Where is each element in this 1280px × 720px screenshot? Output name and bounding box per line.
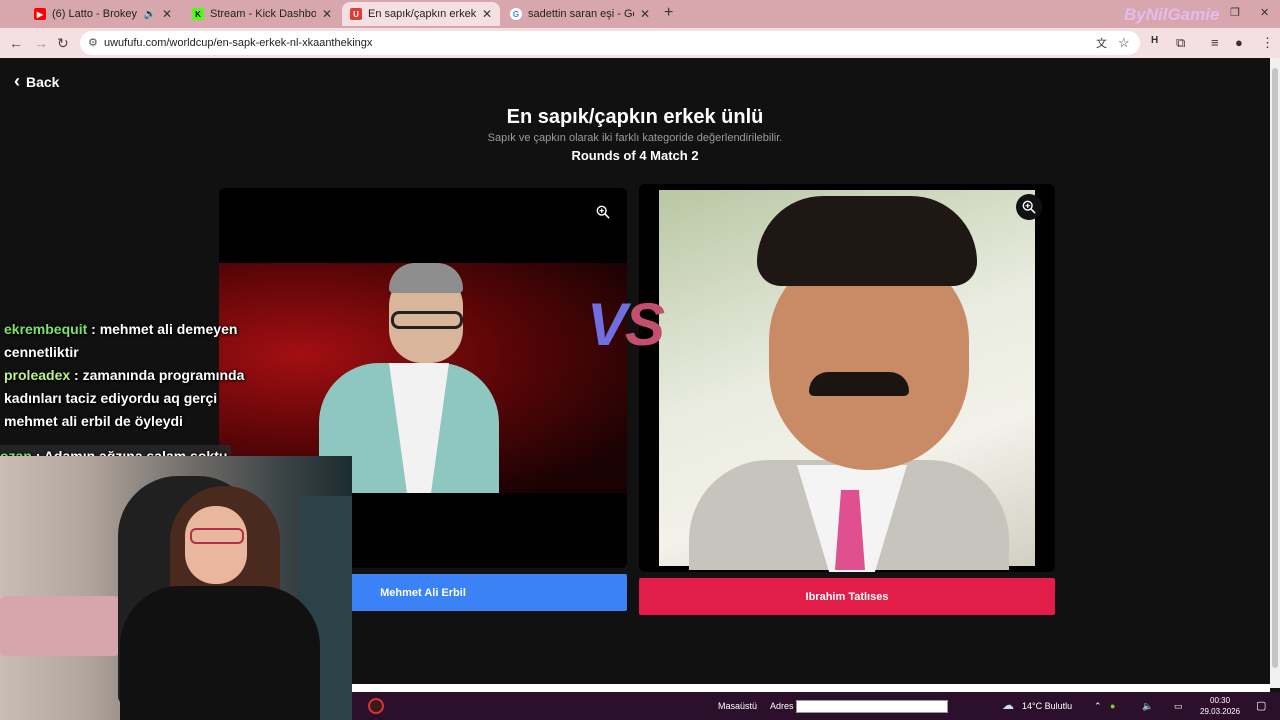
obs-icon[interactable] — [368, 698, 384, 714]
site-settings-icon[interactable]: ⚙ — [88, 36, 98, 49]
desktop-toolbar[interactable]: Masaüstü — [718, 701, 757, 711]
reload-icon[interactable]: ↻ — [57, 35, 69, 52]
address-toolbar-label: Adres — [770, 701, 794, 711]
address-bar[interactable]: ⚙ uwufufu.com/worldcup/en-sapk-erkek-nl-… — [80, 31, 1140, 55]
tab-strip: ▶ (6) Latto - Brokey (Official V 🔊 ✕ K S… — [0, 0, 1280, 28]
tray-app-icon[interactable]: ● — [1110, 701, 1115, 711]
chat-username: ekrembequit — [4, 321, 88, 337]
notification-icon[interactable]: ▢ — [1256, 699, 1266, 712]
chat-username: proleadex — [4, 367, 71, 383]
menu-kebab-icon[interactable]: ⋮ — [1261, 35, 1274, 51]
new-tab-button[interactable]: + — [664, 4, 673, 22]
versus-label: VS — [587, 290, 665, 359]
bookmark-star-icon[interactable]: ☆ — [1118, 35, 1130, 51]
google-icon: G — [510, 8, 522, 20]
chevron-up-icon[interactable]: ⌃ — [1094, 701, 1102, 712]
youtube-icon: ▶ — [34, 8, 46, 20]
taskbar-address-input[interactable] — [796, 700, 948, 713]
versus-s: S — [625, 291, 665, 358]
profile-avatar[interactable]: ● — [1235, 35, 1243, 50]
tab-youtube[interactable]: ▶ (6) Latto - Brokey (Official V 🔊 ✕ — [26, 2, 180, 26]
page-scrollbar[interactable] — [1270, 58, 1280, 688]
close-tab-icon[interactable]: ✕ — [482, 7, 492, 21]
close-tab-icon[interactable]: ✕ — [322, 7, 332, 21]
chat-message: proleadex : zamanında programında kadınl… — [0, 364, 270, 433]
candidate-card-right[interactable] — [639, 184, 1055, 572]
volume-icon[interactable]: 🔈 — [1142, 701, 1153, 712]
zoom-in-icon[interactable] — [1016, 194, 1042, 220]
page-title: En sapık/çapkın erkek ünlü — [506, 106, 764, 128]
tab-kick[interactable]: K Stream - Kick Dashboard ✕ — [184, 2, 340, 26]
url-text: uwufufu.com/worldcup/en-sapk-erkek-nl-xk… — [104, 37, 373, 49]
taskbar: Masaüstü Adres ☁ 14°C Bulutlu ⌃ ● 🔈 ▭ 00… — [352, 684, 1280, 720]
back-button[interactable]: ‹ Back — [14, 71, 59, 92]
channel-logo: ByNilGamie — [1124, 5, 1220, 24]
back-arrow-icon[interactable]: ← — [9, 35, 23, 51]
tab-title: Stream - Kick Dashboard — [210, 8, 316, 20]
tab-title: sadettin saran eşi - Google'da A — [528, 8, 634, 20]
stream-chat-overlay: ekrembequit : mehmet ali demeyen cennetl… — [0, 318, 270, 468]
close-window-icon[interactable]: ✕ — [1260, 6, 1269, 19]
extensions-puzzle-icon[interactable]: ⧉ — [1176, 35, 1185, 51]
candidate-name-left: Mehmet Ali Erbil — [380, 586, 466, 599]
speaker-icon[interactable]: 🔊 — [143, 9, 155, 20]
tab-google[interactable]: G sadettin saran eşi - Google'da A ✕ — [502, 2, 658, 26]
clock-time: 00:30 — [1210, 696, 1231, 705]
candidate-name-right: Ibrahim Tatlıses — [805, 590, 889, 603]
chevron-left-icon: ‹ — [14, 71, 20, 91]
back-label: Back — [26, 73, 60, 90]
network-icon[interactable]: ▭ — [1174, 701, 1183, 712]
round-indicator: Rounds of 4 Match 2 — [571, 148, 699, 163]
webcam-feed — [0, 456, 352, 720]
versus-v: V — [587, 291, 627, 358]
close-tab-icon[interactable]: ✕ — [162, 7, 172, 21]
clock-date: 29.03.2026 — [1200, 707, 1241, 716]
system-clock[interactable]: 00:30 29.03.2026 — [1200, 695, 1240, 717]
zoom-in-icon[interactable] — [590, 199, 616, 225]
tab-uwufufu[interactable]: U En sapık/çapkın erkek ünlü | Uw ✕ — [342, 2, 500, 26]
uwufufu-icon: U — [350, 8, 362, 20]
tab-title: En sapık/çapkın erkek ünlü | Uw — [368, 8, 476, 20]
media-control-icon[interactable]: ≡ — [1211, 35, 1219, 50]
cloud-icon: ☁ — [1002, 698, 1014, 712]
maximize-icon[interactable]: ❐ — [1230, 6, 1240, 19]
close-tab-icon[interactable]: ✕ — [640, 7, 650, 21]
toolbar: ← → ↻ ⚙ uwufufu.com/worldcup/en-sapk-erk… — [0, 28, 1280, 58]
page-subtitle: Sapık ve çapkın olarak iki farklı katego… — [487, 132, 783, 144]
extension-icon[interactable]: H — [1151, 35, 1158, 46]
chat-message: ekrembequit : mehmet ali demeyen cennetl… — [0, 318, 270, 364]
candidate-photo-right[interactable] — [659, 190, 1035, 572]
choose-right-button[interactable]: Ibrahim Tatlıses — [639, 578, 1055, 615]
forward-arrow-icon[interactable]: → — [34, 35, 48, 51]
scrollbar-thumb[interactable] — [1272, 68, 1278, 668]
tab-title: (6) Latto - Brokey (Official V — [52, 8, 139, 20]
translate-icon[interactable]: 文 — [1096, 35, 1107, 51]
kick-icon: K — [192, 8, 204, 20]
weather-text[interactable]: 14°C Bulutlu — [1022, 701, 1072, 711]
